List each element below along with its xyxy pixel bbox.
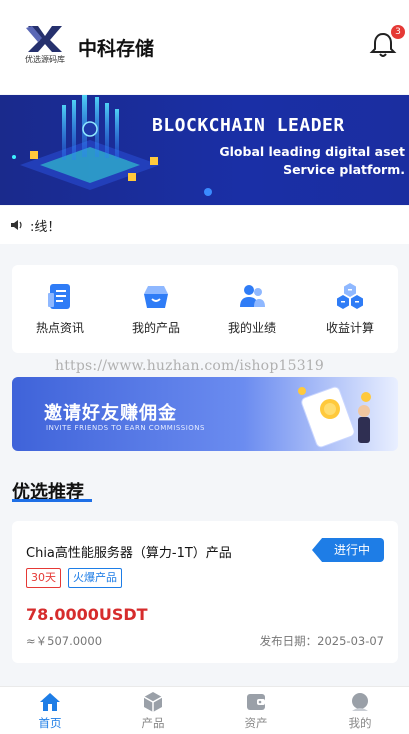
hero-banner[interactable]: BLOCKCHAIN LEADER Global leading digital… (0, 95, 409, 205)
banner-subtitle: Global leading digital aset Service plat… (219, 144, 405, 177)
team-icon (240, 285, 265, 307)
tab-label: 首页 (38, 716, 62, 730)
logo-text: 优选源码库 (25, 55, 65, 64)
invite-title: 邀请好友赚佣金 (44, 403, 177, 424)
news-icon (48, 284, 70, 309)
bottom-tab-bar: 首页 产品 资产 我的 (0, 686, 409, 734)
tab-profile[interactable]: 我的 (330, 691, 390, 731)
status-badge: 进行中 (312, 538, 384, 562)
notice-text: :线！ (30, 220, 61, 235)
cube-icon (143, 692, 163, 712)
invite-subtitle: INVITE FRIENDS TO EARN COMMISSIONS (46, 424, 205, 432)
logo-icon (26, 26, 62, 52)
section-underline (12, 499, 92, 502)
watermark-text: https://www.huzhan.com/ishop15319 (55, 358, 325, 374)
product-name: Chia高性能服务器（算力-1T）产品 (26, 546, 232, 561)
notification-badge: 3 (391, 25, 405, 39)
quick-link-label: 收益计算 (325, 321, 374, 335)
publish-date: 发布日期：2025-03-07 (260, 633, 384, 649)
quick-link-news[interactable]: 热点资讯 (12, 281, 108, 336)
invite-banner[interactable]: 邀请好友赚佣金 INVITE FRIENDS TO EARN COMMISSIO… (12, 377, 398, 451)
calculator-icon (337, 283, 363, 309)
quick-link-label: 热点资讯 (35, 321, 84, 335)
tab-label: 资产 (244, 716, 268, 730)
home-icon (40, 693, 60, 711)
quick-link-label: 我的产品 (131, 321, 180, 335)
tab-products[interactable]: 产品 (123, 691, 183, 731)
app-title: 中科存储 (78, 38, 155, 60)
tab-label: 我的 (348, 716, 372, 730)
product-price-cny: ≈￥507.0000 (26, 634, 103, 648)
tab-home[interactable]: 首页 (20, 691, 80, 731)
product-price: 78.0000USDT (26, 605, 148, 624)
speaker-icon (11, 220, 22, 230)
phone-coins-illustration (298, 386, 371, 448)
product-card[interactable]: Chia高性能服务器（算力-1T）产品 进行中 30天 火爆产品 78.0000… (12, 521, 398, 663)
quick-links: 热点资讯 我的产品 我的业绩 收益计算 (12, 265, 398, 353)
tab-assets[interactable]: 资产 (226, 691, 286, 731)
brand-logo: 优选源码库 (22, 24, 68, 70)
quick-link-calculator[interactable]: 收益计算 (302, 281, 398, 336)
publish-date-label: 发布日期： (259, 634, 318, 648)
quick-link-products[interactable]: 我的产品 (108, 281, 204, 336)
quick-link-performance[interactable]: 我的业绩 (204, 281, 300, 336)
banner-title: BLOCKCHAIN LEADER (152, 115, 345, 136)
hot-product-tag: 火爆产品 (68, 568, 122, 588)
user-icon (352, 693, 368, 711)
wallet-icon (247, 694, 265, 710)
basket-icon (144, 286, 168, 308)
quick-link-label: 我的业绩 (227, 321, 276, 335)
tab-label: 产品 (141, 716, 165, 730)
header: 优选源码库 中科存储 3 (0, 0, 409, 94)
duration-tag: 30天 (26, 568, 61, 588)
publish-date-value: 2025-03-07 (317, 634, 384, 648)
notice-bar[interactable]: :线！ (0, 206, 409, 244)
